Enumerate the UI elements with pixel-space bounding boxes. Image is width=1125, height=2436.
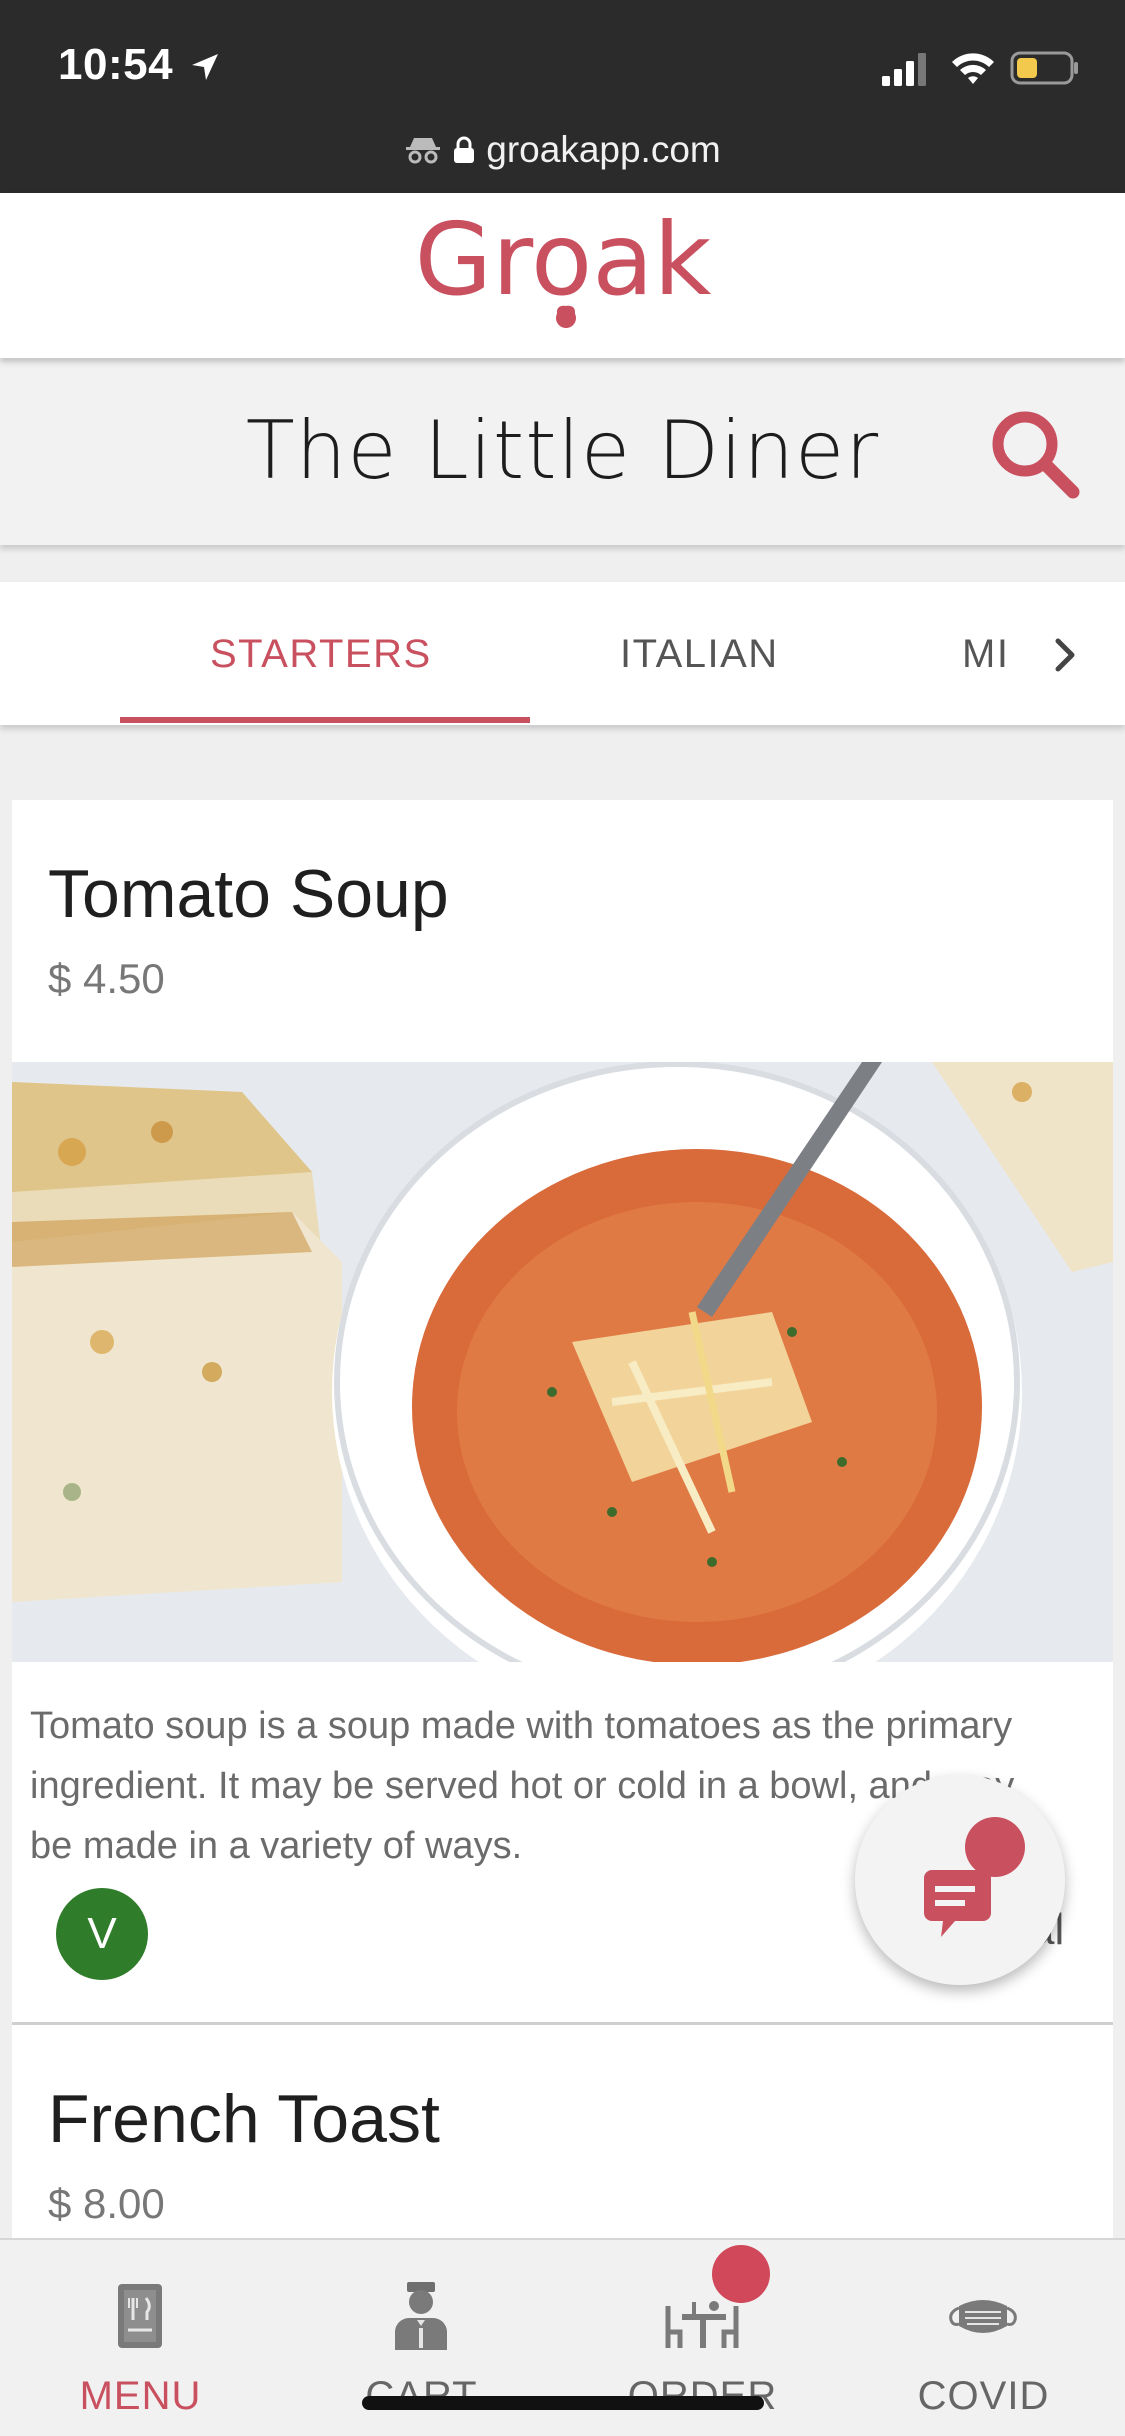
- chat-bubbles-icon: [924, 1817, 1025, 1937]
- item-price: $ 8.00: [48, 2180, 165, 2227]
- item-name: French Toast: [48, 2081, 440, 2157]
- nav-covid[interactable]: COVID: [843, 2240, 1124, 2436]
- waiter-icon: [395, 2282, 447, 2350]
- nav-menu[interactable]: MENU: [0, 2240, 281, 2436]
- item-price: $ 4.50: [48, 955, 165, 1002]
- private-browsing-icon: [406, 138, 441, 164]
- address-bar[interactable]: groakapp.com: [0, 125, 1125, 175]
- search-icon[interactable]: [985, 404, 1085, 504]
- face-mask-icon: [949, 2300, 1017, 2333]
- order-notification-dot: [712, 2245, 770, 2303]
- restaurant-header: The Little Diner: [0, 362, 1125, 545]
- lock-icon: [454, 136, 475, 163]
- food-photo: [12, 1062, 1113, 1662]
- category-tabs: STARTERS ITALIAN MI: [0, 582, 1125, 725]
- vegetarian-badge: V: [56, 1888, 148, 1980]
- location-arrow-icon: [192, 54, 218, 80]
- home-indicator: [362, 2396, 764, 2410]
- brand-header: Groak: [0, 193, 1125, 358]
- wifi-icon: [952, 53, 994, 84]
- chevron-right-icon[interactable]: [1040, 625, 1090, 685]
- tab-more[interactable]: MI: [962, 632, 1009, 677]
- tab-italian[interactable]: ITALIAN: [620, 632, 779, 677]
- url-text: groakapp.com: [486, 129, 721, 170]
- nav-label: MENU: [79, 2374, 202, 2418]
- svg-text:Groak: Groak: [414, 206, 711, 318]
- nav-label: COVID: [917, 2374, 1050, 2418]
- tab-starters[interactable]: STARTERS: [210, 632, 432, 677]
- cellular-signal-icon: [882, 53, 926, 86]
- active-tab-indicator: [120, 717, 530, 723]
- battery-icon: [1010, 51, 1078, 85]
- restaurant-name: The Little Diner: [245, 404, 880, 497]
- chat-button[interactable]: [855, 1775, 1065, 1985]
- status-bar: 10:54 groakapp.com: [0, 0, 1125, 193]
- groak-logo[interactable]: Groak: [383, 206, 743, 346]
- item-name: Tomato Soup: [48, 856, 449, 932]
- menu-book-icon: [118, 2284, 162, 2348]
- status-time: 10:54: [58, 40, 174, 89]
